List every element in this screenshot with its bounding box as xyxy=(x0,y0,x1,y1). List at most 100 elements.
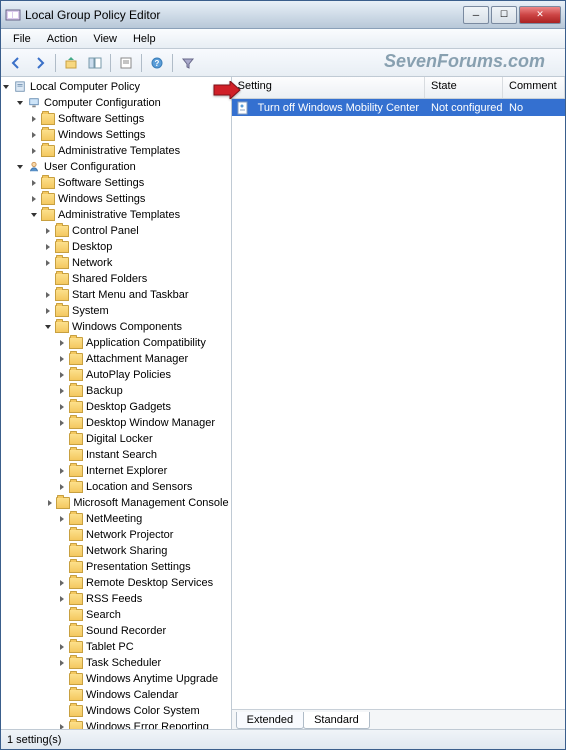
tree-item-backup[interactable]: Backup xyxy=(1,383,231,399)
tree-label: Administrative Templates xyxy=(58,145,180,157)
tree-label: Sound Recorder xyxy=(86,625,166,637)
tree-item-calendar[interactable]: Windows Calendar xyxy=(1,687,231,703)
list-row[interactable]: Turn off Windows Mobility Center Not con… xyxy=(232,99,565,116)
menu-action[interactable]: Action xyxy=(39,31,86,47)
forward-button[interactable] xyxy=(29,52,51,74)
window-title: Local Group Policy Editor xyxy=(25,8,461,22)
tree-label: Administrative Templates xyxy=(58,209,180,221)
tab-extended[interactable]: Extended xyxy=(236,712,304,729)
tree-item-err-reporting[interactable]: Windows Error Reporting xyxy=(1,719,231,729)
menu-view[interactable]: View xyxy=(85,31,125,47)
watermark: SevenForums.com xyxy=(384,51,545,72)
tree-item-admin-tpl[interactable]: Administrative Templates xyxy=(1,143,231,159)
back-button[interactable] xyxy=(5,52,27,74)
tree-label: Search xyxy=(86,609,121,621)
tree-label: Windows Settings xyxy=(58,129,145,141)
tree-item-instant-search[interactable]: Instant Search xyxy=(1,447,231,463)
menu-file[interactable]: File xyxy=(5,31,39,47)
tree-label: Location and Sensors xyxy=(86,481,192,493)
tree-label: User Configuration xyxy=(44,161,136,173)
tree-item-network[interactable]: Network xyxy=(1,255,231,271)
filter-button[interactable] xyxy=(177,52,199,74)
tree-item-desktop-gadgets[interactable]: Desktop Gadgets xyxy=(1,399,231,415)
tree-label: RSS Feeds xyxy=(86,593,142,605)
tree-item-win-settings[interactable]: Windows Settings xyxy=(1,127,231,143)
up-button[interactable] xyxy=(60,52,82,74)
minimize-button[interactable]: ─ xyxy=(463,6,489,24)
tree-item-net-projector[interactable]: Network Projector xyxy=(1,527,231,543)
statusbar: 1 setting(s) xyxy=(1,729,565,749)
tree-label: Local Computer Policy xyxy=(30,81,140,93)
toolbar: ? SevenForums.com xyxy=(1,49,565,77)
tree-item-rss[interactable]: RSS Feeds xyxy=(1,591,231,607)
tree-item-ie[interactable]: Internet Explorer xyxy=(1,463,231,479)
tree-item-win-settings[interactable]: Windows Settings xyxy=(1,191,231,207)
tree-label: Software Settings xyxy=(58,177,144,189)
content-area: Local Computer Policy Computer Configurat… xyxy=(1,77,565,729)
tree-item-sw-settings[interactable]: Software Settings xyxy=(1,175,231,191)
tree-label: Desktop Window Manager xyxy=(86,417,215,429)
tree-label: Start Menu and Taskbar xyxy=(72,289,189,301)
tree-item-sound-rec[interactable]: Sound Recorder xyxy=(1,623,231,639)
tree-item-shared-folders[interactable]: Shared Folders xyxy=(1,271,231,287)
menu-help[interactable]: Help xyxy=(125,31,164,47)
tree-label: Backup xyxy=(86,385,123,397)
setting-name: Turn off Windows Mobility Center xyxy=(252,102,425,114)
tree-label: Network xyxy=(72,257,112,269)
tree-label: Application Compatibility xyxy=(86,337,206,349)
tree-label: NetMeeting xyxy=(86,513,142,525)
tree-item-start-taskbar[interactable]: Start Menu and Taskbar xyxy=(1,287,231,303)
column-setting[interactable]: Setting xyxy=(232,77,425,98)
show-hide-tree-button[interactable] xyxy=(84,52,106,74)
column-comment[interactable]: Comment xyxy=(503,77,565,98)
tree-pane[interactable]: Local Computer Policy Computer Configurat… xyxy=(1,77,232,729)
tree-item-digital-locker[interactable]: Digital Locker xyxy=(1,431,231,447)
tab-standard[interactable]: Standard xyxy=(303,712,370,729)
tree-label: Network Sharing xyxy=(86,545,167,557)
list-body[interactable]: Turn off Windows Mobility Center Not con… xyxy=(232,99,565,709)
maximize-button[interactable]: ☐ xyxy=(491,6,517,24)
tree-label: System xyxy=(72,305,109,317)
tree-item-presentation[interactable]: Presentation Settings xyxy=(1,559,231,575)
titlebar[interactable]: Local Group Policy Editor ─ ☐ ✕ xyxy=(1,1,565,29)
column-state[interactable]: State xyxy=(425,77,503,98)
tree-item-control-panel[interactable]: Control Panel xyxy=(1,223,231,239)
tree-label: Task Scheduler xyxy=(86,657,161,669)
tree-item-system[interactable]: System xyxy=(1,303,231,319)
tree-item-net-sharing[interactable]: Network Sharing xyxy=(1,543,231,559)
tree-item-tablet[interactable]: Tablet PC xyxy=(1,639,231,655)
tree-label: Shared Folders xyxy=(72,273,147,285)
tree-item-autoplay[interactable]: AutoPlay Policies xyxy=(1,367,231,383)
setting-comment: No xyxy=(503,102,565,114)
tree-item-win-components[interactable]: Windows Components xyxy=(1,319,231,335)
app-window: Local Group Policy Editor ─ ☐ ✕ File Act… xyxy=(0,0,566,750)
properties-button[interactable] xyxy=(115,52,137,74)
tree-item-rds[interactable]: Remote Desktop Services xyxy=(1,575,231,591)
tree-item-user-cfg[interactable]: User Configuration xyxy=(1,159,231,175)
tree-item-desktop-winmgr[interactable]: Desktop Window Manager xyxy=(1,415,231,431)
tree-label: Windows Calendar xyxy=(86,689,178,701)
tree-item-root[interactable]: Local Computer Policy xyxy=(1,79,231,95)
tree-item-task-sched[interactable]: Task Scheduler xyxy=(1,655,231,671)
tree-label: Windows Color System xyxy=(86,705,200,717)
tree-item-attach-mgr[interactable]: Attachment Manager xyxy=(1,351,231,367)
tree-item-sw-settings[interactable]: Software Settings xyxy=(1,111,231,127)
tree-item-desktop[interactable]: Desktop xyxy=(1,239,231,255)
tree-item-comp-cfg[interactable]: Computer Configuration xyxy=(1,95,231,111)
help-button[interactable]: ? xyxy=(146,52,168,74)
status-text: 1 setting(s) xyxy=(7,734,61,746)
tree-item-loc-sensors[interactable]: Location and Sensors xyxy=(1,479,231,495)
tree-label: Microsoft Management Console xyxy=(73,497,228,509)
tree-item-anytime-upg[interactable]: Windows Anytime Upgrade xyxy=(1,671,231,687)
tree-label: Software Settings xyxy=(58,113,144,125)
menubar: File Action View Help xyxy=(1,29,565,49)
close-button[interactable]: ✕ xyxy=(519,6,561,24)
tree-item-admin-tpl[interactable]: Administrative Templates xyxy=(1,207,231,223)
tree-item-mmc[interactable]: Microsoft Management Console xyxy=(1,495,231,511)
tree-item-app-compat[interactable]: Application Compatibility xyxy=(1,335,231,351)
tree-label: Tablet PC xyxy=(86,641,134,653)
tree-item-color-sys[interactable]: Windows Color System xyxy=(1,703,231,719)
list-pane: Setting State Comment Turn off Windows M… xyxy=(232,77,565,729)
tree-item-netmeeting[interactable]: NetMeeting xyxy=(1,511,231,527)
tree-item-search[interactable]: Search xyxy=(1,607,231,623)
